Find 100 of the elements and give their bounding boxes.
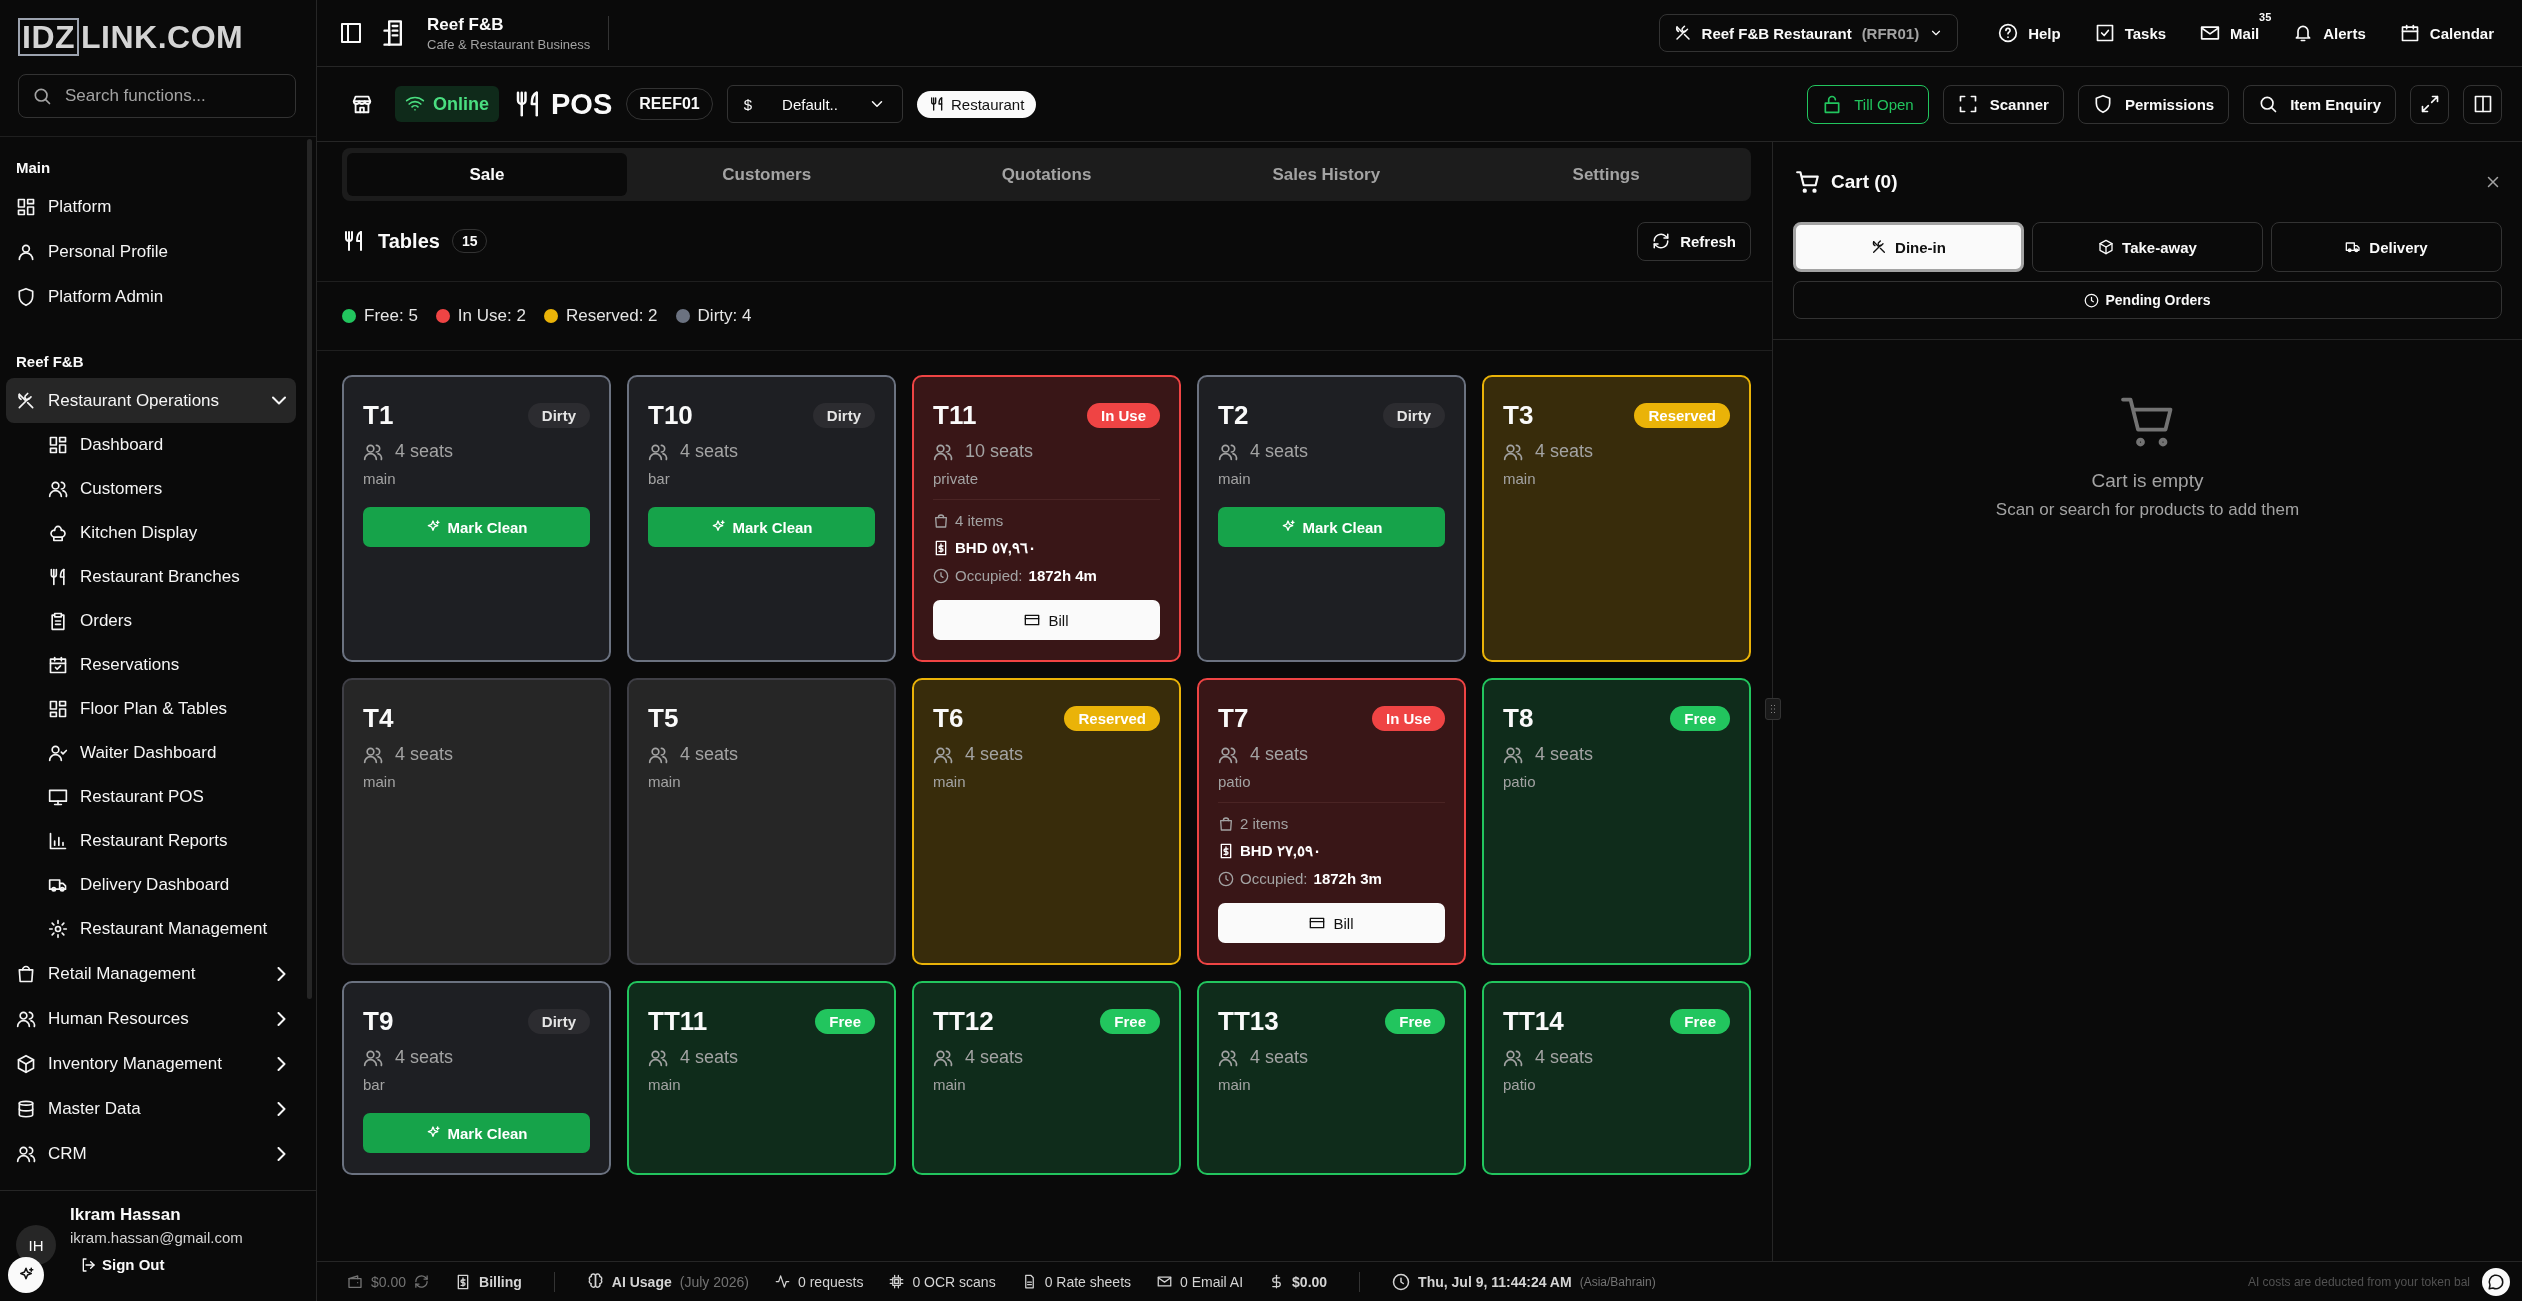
nav-item[interactable]: Human Resources	[6, 996, 296, 1041]
nav-item[interactable]: CRM	[6, 1131, 296, 1176]
nav-item[interactable]: Restaurant Management	[6, 907, 296, 951]
clock-icon	[933, 567, 949, 584]
card-icon	[1309, 915, 1326, 931]
resize-handle[interactable]	[1765, 698, 1781, 720]
clock-icon	[2084, 292, 2100, 308]
search-field[interactable]: Search functions...	[18, 74, 296, 118]
nav-item[interactable]: Retail Management	[6, 951, 296, 996]
nav-item[interactable]: Inventory Management	[6, 1041, 296, 1086]
seat-text: 4 seats	[1250, 744, 1309, 765]
seat-text: 4 seats	[1535, 1047, 1594, 1068]
table-card[interactable]: T9 Dirty 4 seats bar Mark Clean	[342, 981, 611, 1175]
table-card[interactable]: T2 Dirty 4 seats main Mark Clean	[1197, 375, 1466, 662]
nav-item[interactable]: Platform	[6, 184, 296, 229]
logout-icon	[80, 1256, 96, 1273]
table-name: TT14	[1503, 1005, 1564, 1037]
table-name: T10	[648, 399, 693, 431]
pending-orders-button[interactable]: Pending Orders	[1793, 281, 2502, 319]
table-card[interactable]: T10 Dirty 4 seats bar Mark Clean	[627, 375, 896, 662]
refresh-button[interactable]: Refresh	[1637, 221, 1751, 261]
header-link[interactable]: Help	[1990, 23, 2069, 43]
nav-item[interactable]: Floor Plan & Tables	[6, 687, 296, 731]
nav-item[interactable]: Delivery Dashboard	[6, 863, 296, 907]
nav-item[interactable]: Waiter Dashboard	[6, 731, 296, 775]
table-name: T7	[1218, 702, 1249, 734]
currency-select[interactable]: $ Default..	[726, 85, 903, 123]
status-badge: Dirty	[527, 402, 590, 428]
order-type-button[interactable]: Take-away	[2032, 222, 2263, 272]
table-card[interactable]: T6 Reserved 4 seats main	[912, 678, 1181, 965]
status-badge: Free	[1385, 1008, 1445, 1034]
table-card[interactable]: TT13 Free 4 seats main	[1197, 981, 1466, 1175]
nav-item[interactable]: Restaurant Reports	[6, 819, 296, 863]
assistant-button[interactable]	[8, 1257, 44, 1293]
table-area: patio	[1503, 1076, 1536, 1093]
table-name: T8	[1503, 702, 1534, 734]
bill-button[interactable]: Bill	[1218, 903, 1445, 943]
tab[interactable]: Sales History	[1186, 153, 1467, 196]
table-card[interactable]: T4 4 seats main	[342, 678, 611, 965]
nav-item[interactable]: Platform Admin	[6, 274, 296, 319]
header-link[interactable]: Alerts	[2285, 23, 2374, 43]
tab[interactable]: Customers	[626, 153, 907, 196]
scrollbar[interactable]	[307, 139, 312, 999]
billing-link[interactable]: Billing	[455, 1273, 522, 1290]
table-card[interactable]: T5 4 seats main	[627, 678, 896, 965]
nav-item[interactable]: Restaurant POS	[6, 775, 296, 819]
bag-icon	[1218, 815, 1234, 832]
tab[interactable]: Settings	[1466, 153, 1746, 196]
box-icon	[16, 1053, 36, 1074]
table-card[interactable]: TT14 Free 4 seats patio	[1482, 981, 1751, 1175]
order-type-button[interactable]: Delivery	[2271, 222, 2502, 272]
occupied-label: Occupied:	[1240, 870, 1308, 887]
clipboard-icon	[48, 611, 68, 631]
table-card[interactable]: TT11 Free 4 seats main	[627, 981, 896, 1175]
chat-button[interactable]	[2482, 1268, 2510, 1296]
nav-item[interactable]: Restaurant Operations	[6, 378, 296, 423]
seat-text: 4 seats	[965, 744, 1024, 765]
nav-item[interactable]: Customers	[6, 467, 296, 511]
clock-icon	[1218, 870, 1234, 887]
nav-item[interactable]: Kitchen Display	[6, 511, 296, 555]
layout-button[interactable]	[2463, 84, 2502, 124]
status-badge: Free	[1670, 705, 1730, 731]
seat-text: 4 seats	[1535, 744, 1594, 765]
nav-item[interactable]: Master Data	[6, 1086, 296, 1131]
nav-item[interactable]: Reservations	[6, 643, 296, 687]
toolbar-button[interactable]: Permissions	[2077, 84, 2230, 124]
toolbar-button[interactable]: Scanner	[1942, 84, 2064, 124]
nav-item[interactable]: Orders	[6, 599, 296, 643]
branch-selector[interactable]: Reef F&B Restaurant (RFR01)	[1658, 14, 1959, 52]
table-card[interactable]: T3 Reserved 4 seats main	[1482, 375, 1751, 662]
table-area: main	[648, 773, 681, 790]
table-name: T1	[363, 399, 394, 431]
toolbar-button[interactable]: Item Enquiry	[2243, 84, 2396, 124]
calendar-check-icon	[48, 655, 68, 675]
cart-icon	[1795, 169, 1821, 195]
table-card[interactable]: TT12 Free 4 seats main	[912, 981, 1181, 1175]
header-link[interactable]: Tasks	[2086, 23, 2175, 43]
seat-text: 4 seats	[1535, 441, 1594, 462]
help-icon	[1998, 23, 2019, 43]
tab[interactable]: Sale	[347, 153, 627, 196]
toolbar-button[interactable]: Till Open	[1807, 84, 1929, 124]
table-name: TT13	[1218, 1005, 1279, 1037]
nav-item[interactable]: Restaurant Branches	[6, 555, 296, 599]
sign-out-button[interactable]: Sign Out	[80, 1256, 165, 1273]
chef-hat-icon	[48, 523, 68, 543]
nav-item[interactable]: Dashboard	[6, 423, 296, 467]
usage-stat: 0 requests	[798, 1273, 864, 1290]
header-link[interactable]: Calendar	[2391, 23, 2502, 43]
bill-button[interactable]: Bill	[933, 600, 1160, 640]
table-card[interactable]: T1 Dirty 4 seats main Mark Clean	[342, 375, 611, 662]
fullscreen-button[interactable]	[2410, 84, 2449, 124]
table-card[interactable]: T8 Free 4 seats patio	[1482, 678, 1751, 965]
table-name: TT12	[933, 1005, 994, 1037]
table-name: T5	[648, 702, 679, 734]
order-type-button[interactable]: Dine-in	[1793, 222, 2024, 272]
table-area: main	[363, 470, 396, 487]
refresh-icon	[1652, 232, 1671, 250]
nav-item[interactable]: Personal Profile	[6, 229, 296, 274]
tab[interactable]: Quotations	[906, 153, 1187, 196]
utensils-icon	[48, 567, 68, 587]
